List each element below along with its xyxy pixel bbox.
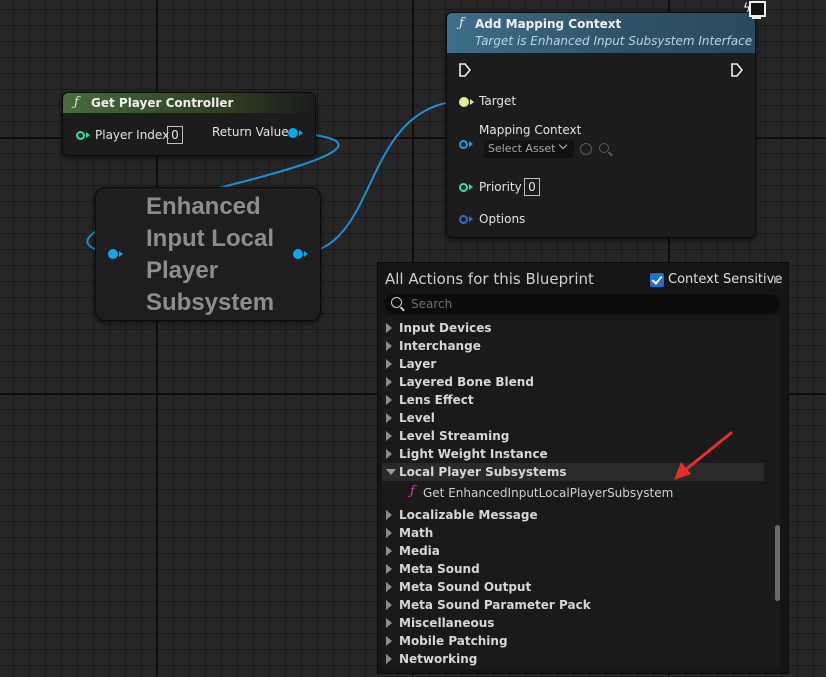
annotation-arrow-icon [674,431,733,480]
